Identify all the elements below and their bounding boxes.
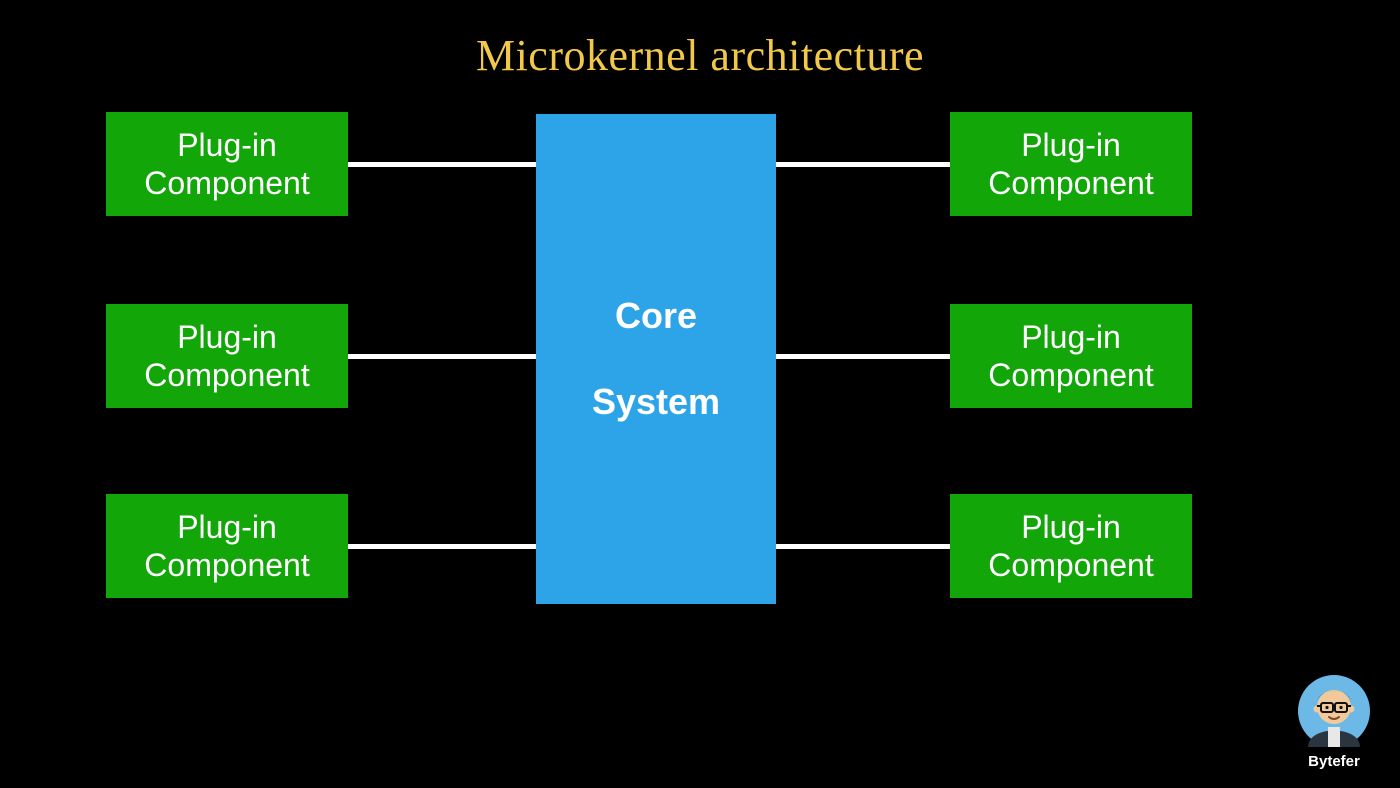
- plugin-label-line1: Plug-in: [177, 318, 277, 356]
- connector-right-2: [776, 354, 950, 359]
- plugin-box-left-3: Plug-in Component: [106, 494, 348, 598]
- plugin-box-left-1: Plug-in Component: [106, 112, 348, 216]
- connector-left-2: [348, 354, 536, 359]
- plugin-label-line2: Component: [988, 546, 1153, 584]
- avatar-icon: [1298, 675, 1370, 747]
- plugin-label-line2: Component: [144, 356, 309, 394]
- plugin-label-line1: Plug-in: [177, 126, 277, 164]
- core-label-line1: Core: [615, 295, 697, 337]
- plugin-label-line2: Component: [144, 164, 309, 202]
- plugin-label-line2: Component: [988, 164, 1153, 202]
- plugin-label-line1: Plug-in: [1021, 318, 1121, 356]
- plugin-label-line2: Component: [988, 356, 1153, 394]
- connector-right-3: [776, 544, 950, 549]
- core-label-line2: System: [592, 381, 720, 423]
- plugin-label-line1: Plug-in: [1021, 126, 1121, 164]
- author-name: Bytefer: [1308, 753, 1360, 770]
- plugin-box-right-3: Plug-in Component: [950, 494, 1192, 598]
- plugin-label-line1: Plug-in: [177, 508, 277, 546]
- connector-left-1: [348, 162, 536, 167]
- diagram-stage: Microkernel architecture Core System Plu…: [0, 0, 1400, 788]
- plugin-box-right-1: Plug-in Component: [950, 112, 1192, 216]
- plugin-label-line1: Plug-in: [1021, 508, 1121, 546]
- diagram-title: Microkernel architecture: [0, 30, 1400, 81]
- connector-right-1: [776, 162, 950, 167]
- plugin-label-line2: Component: [144, 546, 309, 584]
- author-badge: Bytefer: [1298, 675, 1370, 770]
- connector-left-3: [348, 544, 536, 549]
- plugin-box-left-2: Plug-in Component: [106, 304, 348, 408]
- core-system-box: Core System: [536, 114, 776, 604]
- plugin-box-right-2: Plug-in Component: [950, 304, 1192, 408]
